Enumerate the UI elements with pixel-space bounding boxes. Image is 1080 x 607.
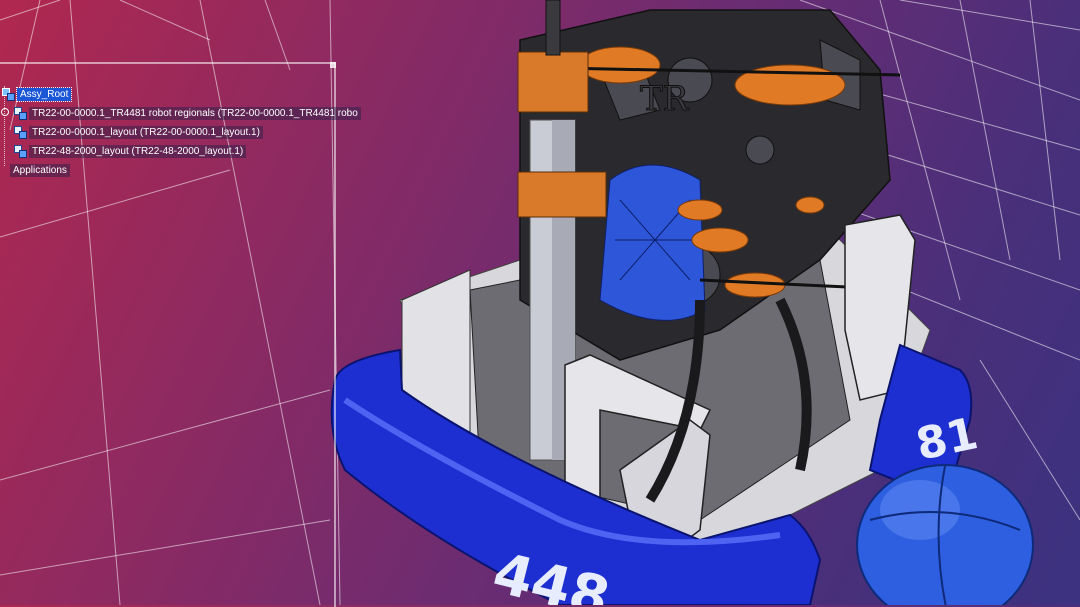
assembly-icon: [2, 88, 15, 101]
elevator-mid-bracket: [517, 171, 607, 218]
expand-toggle-icon[interactable]: [1, 108, 9, 116]
antenna-pole: [545, 0, 561, 56]
elevator-top-bracket: [517, 51, 589, 113]
tree-item-48-2000-layout[interactable]: TR22-48-2000_layout (TR22-48-2000_layout…: [14, 143, 247, 159]
tree-item-label[interactable]: TR22-48-2000_layout (TR22-48-2000_layout…: [29, 144, 247, 158]
panel-corner: [330, 62, 336, 68]
applications-label[interactable]: Applications: [10, 163, 70, 177]
game-ball: [856, 464, 1034, 605]
tree-item-robot-regionals[interactable]: TR22-00-0000.1_TR4481 robot regionals (T…: [14, 105, 361, 121]
product-icon: [14, 145, 27, 158]
tree-root-row[interactable]: Assy_Root: [2, 86, 73, 102]
product-icon: [14, 126, 27, 139]
product-icon: [14, 107, 27, 120]
tree-item-label[interactable]: TR22-00-0000.1_layout (TR22-00-0000.1_la…: [29, 125, 263, 139]
game-ball-highlight: [880, 480, 960, 540]
tree-root-label[interactable]: Assy_Root: [15, 86, 73, 102]
tree-item-layout[interactable]: TR22-00-0000.1_layout (TR22-00-0000.1_la…: [14, 124, 263, 140]
team-logo: TR: [640, 79, 690, 119]
tree-item-label[interactable]: TR22-00-0000.1_TR4481 robot regionals (T…: [29, 106, 361, 120]
tree-applications-row[interactable]: Applications: [10, 162, 70, 178]
